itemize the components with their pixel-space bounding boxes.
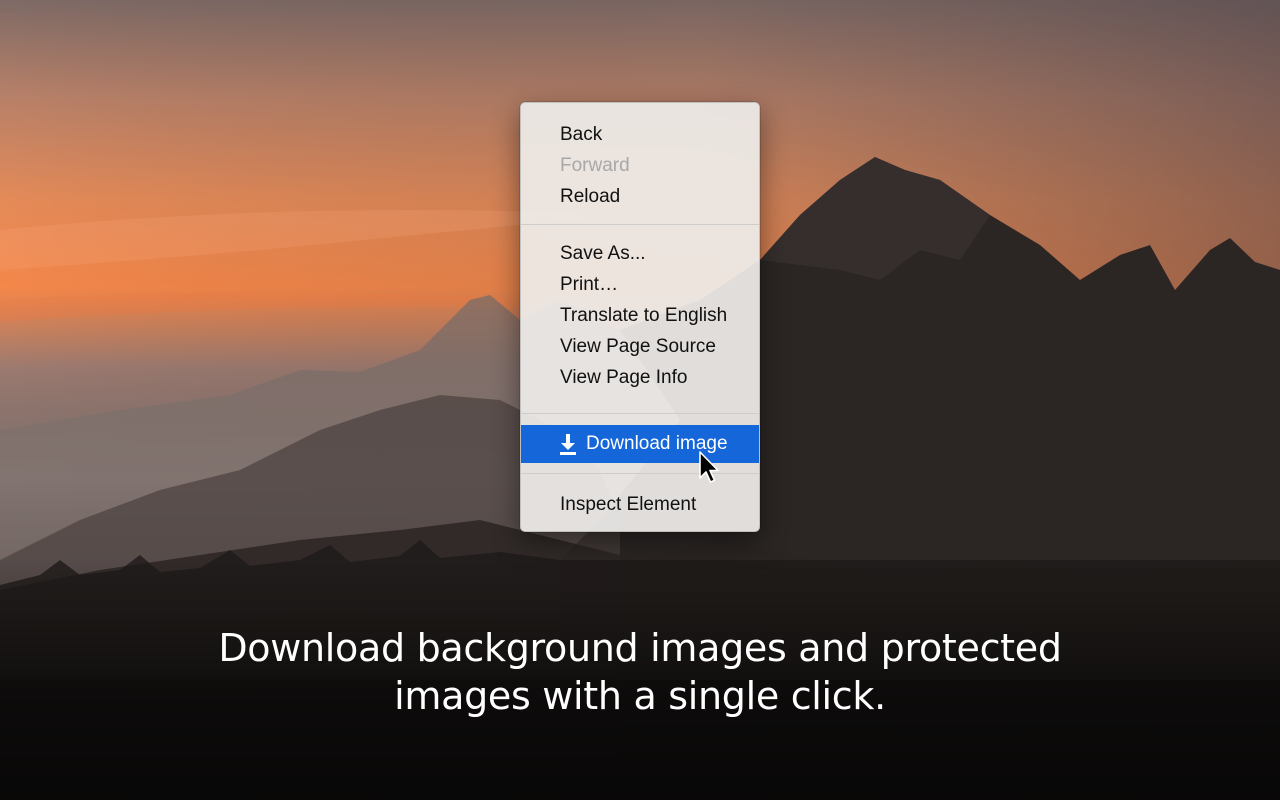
menu-item-reload[interactable]: Reload	[521, 181, 759, 212]
menu-separator	[521, 413, 759, 414]
menu-item-inspect-element[interactable]: Inspect Element	[521, 489, 759, 520]
menu-item-download-image[interactable]: Download image	[521, 425, 759, 463]
menu-item-save-as[interactable]: Save As...	[521, 238, 759, 269]
caption-line-1: Download background images and protected	[218, 626, 1062, 670]
menu-item-print[interactable]: Print…	[521, 269, 759, 300]
menu-item-view-page-info[interactable]: View Page Info	[521, 362, 759, 393]
download-icon	[559, 433, 577, 455]
menu-separator	[521, 224, 759, 225]
caption-line-2: images with a single click.	[394, 674, 886, 718]
promo-caption: Download background images and protected…	[0, 624, 1280, 720]
menu-item-translate[interactable]: Translate to English	[521, 300, 759, 331]
promo-screen: Back Forward Reload Save As... Print… Tr…	[0, 0, 1280, 800]
mouse-pointer-icon	[699, 451, 719, 483]
menu-item-forward: Forward	[560, 155, 630, 176]
menu-item-view-page-source[interactable]: View Page Source	[521, 331, 759, 362]
menu-item-back[interactable]: Back	[521, 119, 759, 150]
context-menu: Back Forward Reload Save As... Print… Tr…	[520, 102, 760, 532]
menu-separator	[521, 473, 759, 474]
